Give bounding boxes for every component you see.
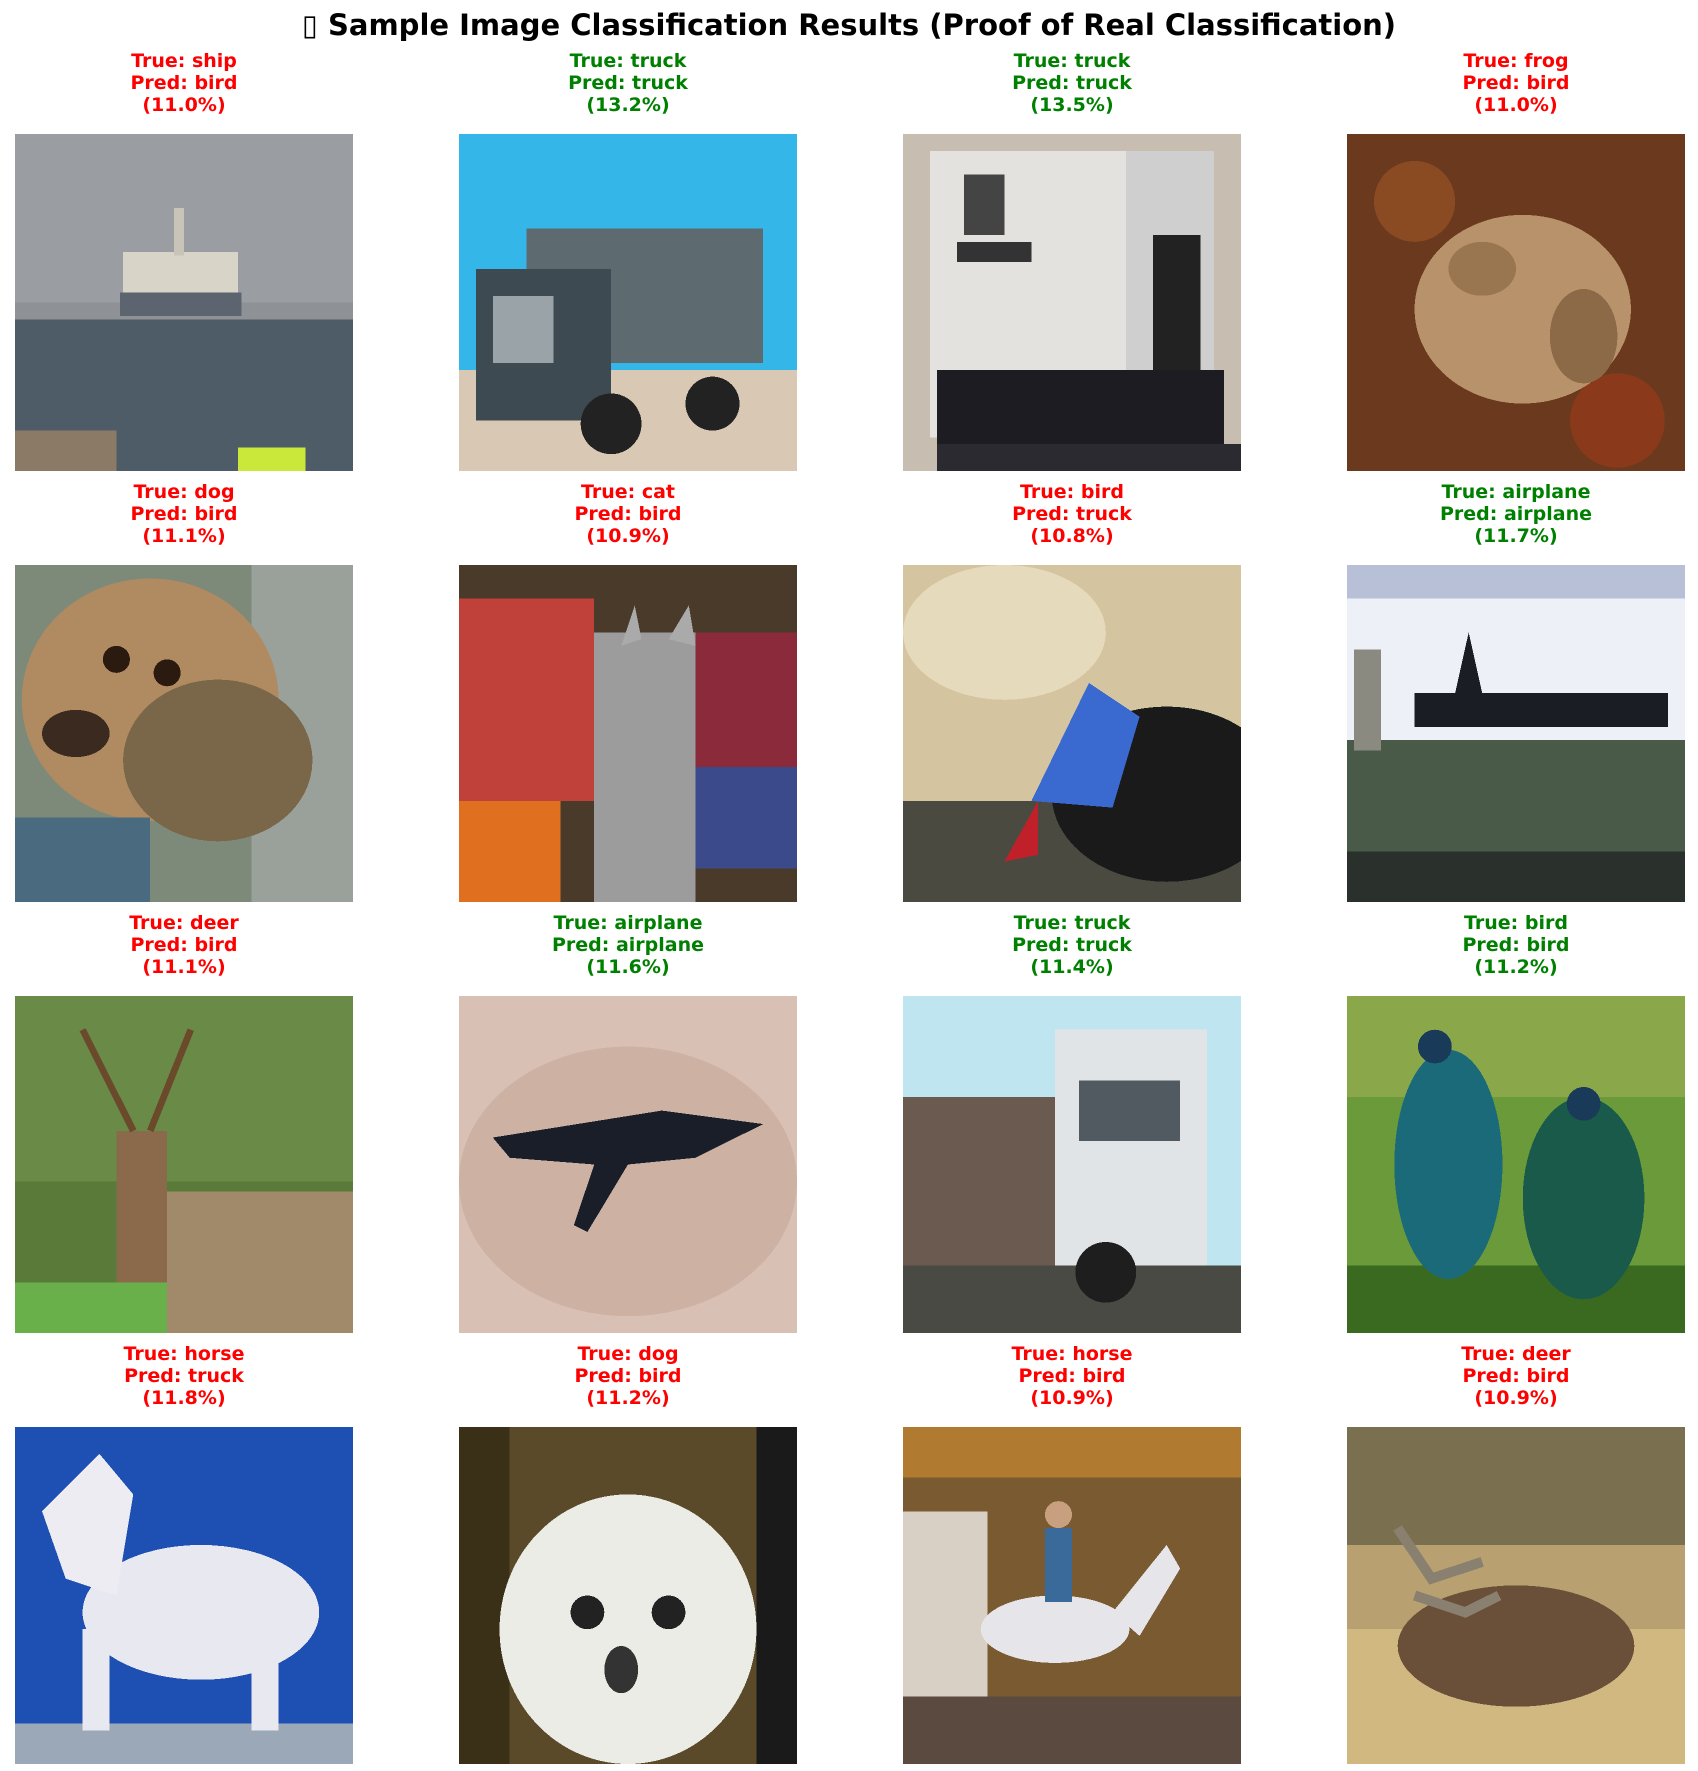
sample-cell: True: truck Pred: truck (13.5%) [903,50,1241,471]
sample-cell: True: horse Pred: bird (10.9%) [903,1343,1241,1764]
true-label: True: horse [123,1343,245,1365]
sample-image [1347,565,1685,902]
pred-label: Pred: bird [574,503,682,525]
sample-image [459,996,797,1333]
sample-cell: True: dog Pred: bird (11.1%) [15,481,353,902]
confidence-label: (11.0%) [1474,94,1558,116]
sample-cell: True: dog Pred: bird (11.2%) [459,1343,797,1764]
confidence-label: (10.8%) [1030,525,1114,547]
confidence-label: (13.5%) [1030,94,1114,116]
sample-cell: True: cat Pred: bird (10.9%) [459,481,797,902]
sample-image [1347,134,1685,471]
sample-cell: True: airplane Pred: airplane (11.7%) [1347,481,1685,902]
true-label: True: horse [1011,1343,1133,1365]
sample-cell: True: frog Pred: bird (11.0%) [1347,50,1685,471]
sample-image [459,1427,797,1764]
sample-image [903,134,1241,471]
sample-caption: True: deer Pred: bird (11.1%) [15,912,353,978]
confidence-label: (10.9%) [586,525,670,547]
pred-label: Pred: truck [1012,72,1132,94]
confidence-label: (11.2%) [1474,956,1558,978]
sample-image [459,565,797,902]
pred-label: Pred: bird [574,1365,682,1387]
confidence-label: (11.6%) [586,956,670,978]
pred-label: Pred: airplane [1439,503,1593,525]
figure-title: ▯ Sample Image Classification Results (P… [301,8,1397,42]
sample-caption: True: truck Pred: truck (13.2%) [459,50,797,116]
sample-cell: True: bird Pred: bird (11.2%) [1347,912,1685,1333]
true-label: True: airplane [553,912,703,934]
sample-caption: True: cat Pred: bird (10.9%) [459,481,797,547]
sample-image [903,996,1241,1333]
pred-label: Pred: bird [1018,1365,1126,1387]
pred-label: Pred: bird [130,503,238,525]
true-label: True: deer [129,912,239,934]
true-label: True: frog [1463,50,1569,72]
true-label: True: ship [131,50,237,72]
confidence-label: (11.2%) [586,1387,670,1409]
sample-image [1347,1427,1685,1764]
true-label: True: truck [1013,912,1131,934]
pred-label: Pred: bird [1462,72,1570,94]
confidence-label: (11.1%) [142,956,226,978]
sample-caption: True: horse Pred: bird (10.9%) [903,1343,1241,1409]
confidence-label: (10.9%) [1030,1387,1114,1409]
sample-caption: True: dog Pred: bird (11.2%) [459,1343,797,1409]
sample-cell: True: truck Pred: truck (11.4%) [903,912,1241,1333]
sample-cell: True: deer Pred: bird (11.1%) [15,912,353,1333]
pred-label: Pred: bird [130,72,238,94]
sample-image [15,134,353,471]
sample-caption: True: deer Pred: bird (10.9%) [1347,1343,1685,1409]
pred-label: Pred: airplane [551,934,705,956]
true-label: True: airplane [1441,481,1591,503]
sample-caption: True: dog Pred: bird (11.1%) [15,481,353,547]
sample-cell: True: ship Pred: bird (11.0%) [15,50,353,471]
sample-caption: True: truck Pred: truck (13.5%) [903,50,1241,116]
confidence-label: (11.0%) [142,94,226,116]
confidence-label: (11.8%) [142,1387,226,1409]
confidence-label: (10.9%) [1474,1387,1558,1409]
true-label: True: truck [1013,50,1131,72]
pred-label: Pred: truck [1012,934,1132,956]
true-label: True: bird [1464,912,1568,934]
pred-label: Pred: truck [1012,503,1132,525]
sample-cell: True: truck Pred: truck (13.2%) [459,50,797,471]
true-label: True: dog [133,481,235,503]
sample-cell: True: deer Pred: bird (10.9%) [1347,1343,1685,1764]
sample-caption: True: truck Pred: truck (11.4%) [903,912,1241,978]
true-label: True: truck [569,50,687,72]
pred-label: Pred: truck [568,72,688,94]
sample-cell: True: bird Pred: truck (10.8%) [903,481,1241,902]
pred-label: Pred: truck [124,1365,244,1387]
sample-cell: True: airplane Pred: airplane (11.6%) [459,912,797,1333]
pred-label: Pred: bird [1462,934,1570,956]
sample-caption: True: frog Pred: bird (11.0%) [1347,50,1685,116]
true-label: True: cat [580,481,676,503]
sample-image [15,1427,353,1764]
sample-image [15,565,353,902]
confidence-label: (11.1%) [142,525,226,547]
sample-caption: True: airplane Pred: airplane (11.7%) [1347,481,1685,547]
pred-label: Pred: bird [1462,1365,1570,1387]
sample-caption: True: horse Pred: truck (11.8%) [15,1343,353,1409]
pred-label: Pred: bird [130,934,238,956]
sample-cell: True: horse Pred: truck (11.8%) [15,1343,353,1764]
sample-caption: True: airplane Pred: airplane (11.6%) [459,912,797,978]
true-label: True: dog [577,1343,679,1365]
confidence-label: (13.2%) [586,94,670,116]
true-label: True: bird [1020,481,1124,503]
sample-image [15,996,353,1333]
confidence-label: (11.7%) [1474,525,1558,547]
sample-image [459,134,797,471]
sample-caption: True: ship Pred: bird (11.0%) [15,50,353,116]
sample-caption: True: bird Pred: truck (10.8%) [903,481,1241,547]
confidence-label: (11.4%) [1030,956,1114,978]
sample-image [1347,996,1685,1333]
sample-caption: True: bird Pred: bird (11.2%) [1347,912,1685,978]
true-label: True: deer [1461,1343,1571,1365]
sample-image [903,1427,1241,1764]
sample-image [903,565,1241,902]
